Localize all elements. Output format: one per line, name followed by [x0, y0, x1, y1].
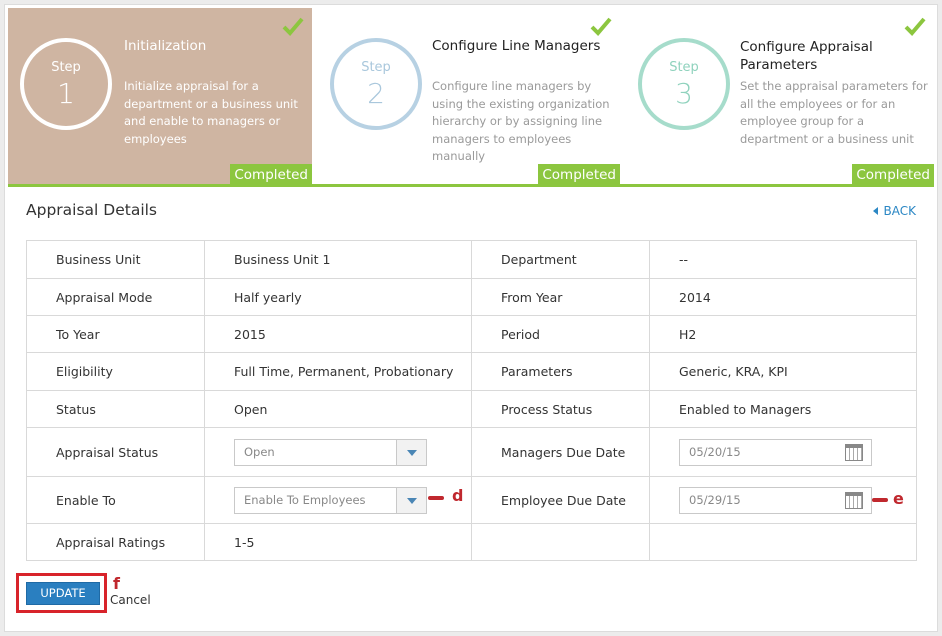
section-title: Appraisal Details [26, 201, 158, 219]
checkmark-icon [282, 17, 304, 36]
department-value: -- [649, 240, 917, 279]
department-label: Department [471, 240, 650, 279]
status-badge: Completed [538, 164, 620, 186]
managers-due-date-label: Managers Due Date [471, 427, 650, 477]
table-row: Appraisal Status Open Managers Due Date … [26, 427, 917, 477]
annotation-highlight-box: UPDATE [16, 573, 107, 613]
enable-to-select[interactable]: Enable To Employees [234, 486, 427, 514]
employee-due-date-label: Employee Due Date [471, 476, 650, 524]
step-title: Configure Line Managers [432, 38, 601, 54]
back-label: BACK [883, 204, 916, 218]
caret-left-icon [872, 207, 878, 215]
progress-bar [8, 184, 934, 187]
status-label: Status [26, 390, 205, 428]
managers-due-date-cell: 05/20/15 [649, 427, 917, 477]
chevron-down-icon[interactable] [396, 439, 426, 465]
step-circle: Step 1 [20, 38, 112, 130]
step-title: Initialization [124, 38, 207, 54]
parameters-label: Parameters [471, 352, 650, 391]
checkmark-icon [904, 17, 926, 36]
enable-to-selected: Enable To Employees [244, 492, 366, 507]
employee-due-date-value: 05/29/15 [689, 492, 741, 507]
status-badge: Completed [230, 164, 312, 186]
calendar-icon[interactable] [845, 491, 863, 509]
process-status-label: Process Status [471, 390, 650, 428]
step-number: 1 [57, 77, 75, 110]
table-row: Appraisal Mode Half yearly From Year 201… [26, 278, 917, 316]
step-description: Set the appraisal parameters for all the… [740, 79, 928, 146]
step-circle: Step 3 [638, 38, 730, 130]
step-circle: Step 2 [330, 38, 422, 130]
annotation-label-e: e [893, 489, 904, 508]
step-label: Step [669, 60, 699, 75]
period-value: H2 [649, 315, 917, 353]
step-description: Initialize appraisal for a department or… [124, 79, 298, 146]
table-row: To Year 2015 Period H2 [26, 315, 917, 353]
managers-due-date-field[interactable]: 05/20/15 [679, 438, 872, 466]
appraisal-ratings-value: 1-5 [204, 523, 472, 561]
step-title: Configure Appraisal Parameters [740, 39, 873, 73]
appraisal-mode-value: Half yearly [204, 278, 472, 316]
step-configure-appraisal-parameters[interactable]: Step 3 Configure Appraisal Parameters Se… [624, 8, 934, 186]
update-button[interactable]: UPDATE [26, 582, 100, 605]
table-row: Enable To Enable To Employees Employee D… [26, 476, 917, 524]
appraisal-mode-label: Appraisal Mode [26, 278, 205, 316]
table-row: Eligibility Full Time, Permanent, Probat… [26, 352, 917, 391]
appraisal-ratings-label: Appraisal Ratings [26, 523, 205, 561]
empty-cell [649, 523, 917, 561]
from-year-label: From Year [471, 278, 650, 316]
annotation-label-d: d [452, 486, 464, 505]
step-configure-line-managers[interactable]: Step 2 Configure Line Managers Configure… [316, 8, 620, 186]
appraisal-status-selected: Open [244, 444, 275, 459]
chevron-down-icon[interactable] [396, 487, 426, 513]
annotation-dash [872, 498, 888, 502]
status-badge: Completed [852, 164, 934, 186]
from-year-value: 2014 [649, 278, 917, 316]
to-year-label: To Year [26, 315, 205, 353]
parameters-value: Generic, KRA, KPI [649, 352, 917, 391]
eligibility-value: Full Time, Permanent, Probationary [204, 352, 472, 391]
appraisal-status-label: Appraisal Status [26, 427, 205, 477]
business-unit-value: Business Unit 1 [204, 240, 472, 279]
process-status-value: Enabled to Managers [649, 390, 917, 428]
employee-due-date-field[interactable]: 05/29/15 [679, 486, 872, 514]
eligibility-label: Eligibility [26, 352, 205, 391]
step-number: 3 [675, 77, 693, 110]
empty-cell [471, 523, 650, 561]
cancel-link[interactable]: Cancel [110, 593, 151, 607]
enable-to-label: Enable To [26, 476, 205, 524]
appraisal-details-table: Business Unit Business Unit 1 Department… [26, 240, 917, 561]
table-row: Appraisal Ratings 1-5 [26, 523, 917, 561]
table-row: Business Unit Business Unit 1 Department… [26, 240, 917, 279]
managers-due-date-value: 05/20/15 [689, 444, 741, 459]
wizard-steps: Step 1 Initialization Initialize apprais… [8, 8, 934, 186]
status-value: Open [204, 390, 472, 428]
step-label: Step [361, 60, 391, 75]
business-unit-label: Business Unit [26, 240, 205, 279]
table-row: Status Open Process Status Enabled to Ma… [26, 390, 917, 428]
step-number: 2 [367, 77, 385, 110]
step-initialization[interactable]: Step 1 Initialization Initialize apprais… [8, 8, 312, 186]
annotation-label-f: f [113, 574, 120, 593]
to-year-value: 2015 [204, 315, 472, 353]
enable-to-cell: Enable To Employees [204, 476, 472, 524]
calendar-icon[interactable] [845, 443, 863, 461]
appraisal-status-cell: Open [204, 427, 472, 477]
annotation-dash [428, 496, 444, 500]
step-description: Configure line managers by using the exi… [432, 79, 610, 163]
period-label: Period [471, 315, 650, 353]
step-label: Step [51, 60, 81, 75]
appraisal-status-select[interactable]: Open [234, 438, 427, 466]
checkmark-icon [590, 17, 612, 36]
back-link[interactable]: BACK [872, 204, 916, 218]
